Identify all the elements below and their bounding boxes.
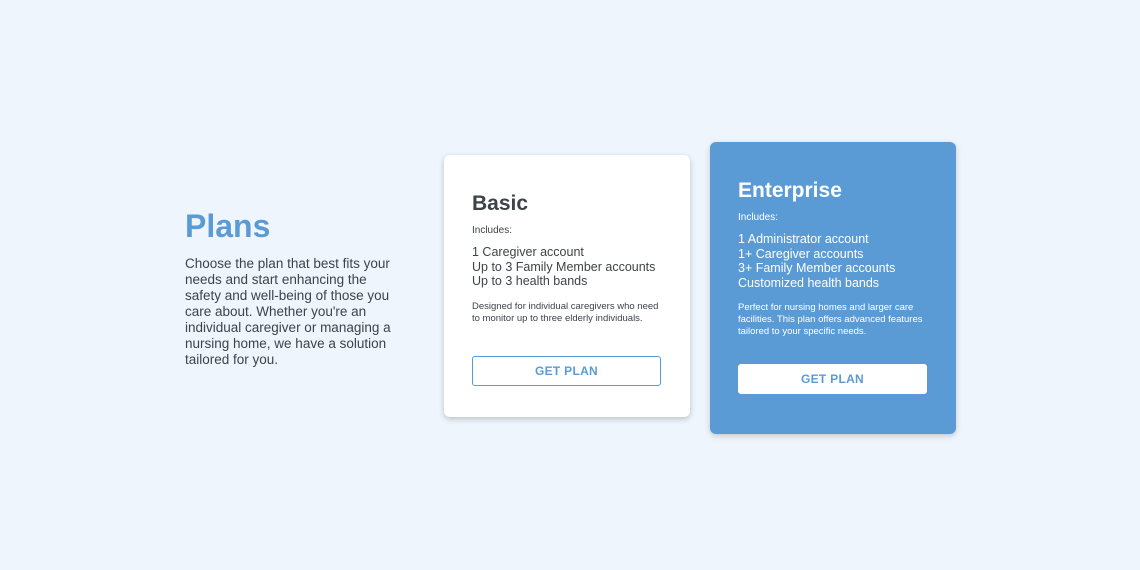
plan-title: Enterprise — [738, 179, 842, 202]
feature-item: 1 Caregiver account — [472, 245, 584, 259]
includes-label: Includes: — [738, 212, 779, 223]
feature-list: 1 Caregiver account Up to 3 Family Membe… — [472, 245, 662, 289]
feature-item: Up to 3 health bands — [472, 274, 588, 288]
includes-label: Includes: — [472, 225, 513, 236]
plan-title: Basic — [472, 192, 529, 215]
get-plan-button-enterprise[interactable]: GET PLAN — [738, 364, 927, 394]
feature-item: 1 Administrator account — [738, 232, 869, 246]
plans-intro: Plans Choose the plan that best fits you… — [185, 208, 395, 368]
plan-description: Perfect for nursing homes and larger car… — [738, 302, 923, 337]
feature-item: Customized health bands — [738, 275, 880, 290]
feature-item: 1+ Caregiver accounts — [738, 246, 864, 261]
feature-item: 3+ Family Member accounts — [738, 261, 896, 275]
plan-card-enterprise: Enterprise Includes: 1 Administrator acc… — [710, 142, 956, 434]
plan-card-basic: Basic Includes: 1 Caregiver account Up t… — [444, 155, 690, 417]
get-plan-button-basic[interactable]: GET PLAN — [472, 356, 661, 386]
feature-item: Up to 3 Family Member accounts — [472, 259, 656, 274]
plan-description: Designed for individual caregivers who n… — [472, 300, 659, 324]
intro-description: Choose the plan that best fits your need… — [185, 256, 391, 367]
page-title: Plans — [185, 208, 271, 244]
feature-list: 1 Administrator account 1+ Caregiver acc… — [738, 232, 928, 290]
